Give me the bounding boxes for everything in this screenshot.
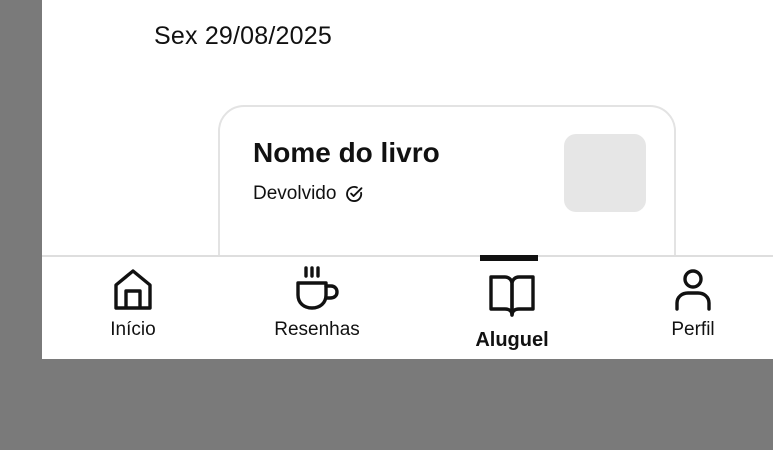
nav-label-perfil: Perfil [671, 319, 715, 340]
rental-status: Devolvido [253, 183, 364, 205]
active-tab-indicator [480, 255, 538, 261]
nav-label-inicio: Início [110, 319, 156, 340]
nav-item-resenhas[interactable]: Resenhas [258, 265, 376, 341]
app-screen: Sex 29/08/2025 Nome do livro Devolvido I… [42, 0, 773, 359]
home-icon [114, 269, 152, 310]
nav-item-inicio[interactable]: Início [92, 265, 174, 341]
coffee-icon [296, 266, 339, 310]
nav-label-aluguel: Aluguel [475, 329, 549, 351]
book-open-icon [489, 275, 535, 317]
nav-item-aluguel[interactable]: Aluguel [467, 255, 557, 352]
bottom-navigation: Início Resenhas Aluguel Perfil [42, 255, 773, 359]
check-circle-icon [346, 186, 363, 202]
nav-item-perfil[interactable]: Perfil [652, 265, 734, 341]
user-icon [675, 269, 711, 311]
book-title: Nome do livro [253, 137, 440, 168]
date-label: Sex 29/08/2025 [154, 22, 332, 50]
book-cover-thumbnail [564, 134, 646, 212]
nav-label-resenhas: Resenhas [274, 319, 360, 340]
rental-status-label: Devolvido [253, 183, 337, 204]
